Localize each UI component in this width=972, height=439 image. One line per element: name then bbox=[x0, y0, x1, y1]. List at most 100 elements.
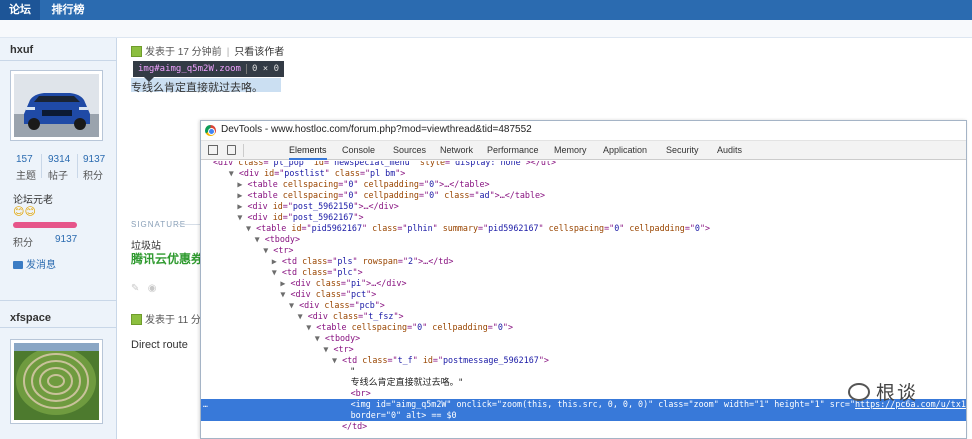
expand-toggle-icon: ▼ bbox=[332, 355, 338, 365]
expand-toggle-icon: ▼ bbox=[246, 223, 252, 233]
expand-toggle-icon: ▶ bbox=[237, 190, 243, 200]
tooltip-size: 0 × 0 bbox=[245, 64, 280, 74]
stat-threads-label: 主题 bbox=[16, 171, 36, 182]
expand-toggle-icon: ▼ bbox=[289, 300, 295, 310]
level-progress-bar bbox=[13, 222, 77, 228]
expand-toggle-icon: ▼ bbox=[297, 311, 303, 321]
dom-node-row[interactable]: ▶ <td class="pls" rowspan="2">…</td> bbox=[201, 256, 966, 267]
post2-username[interactable]: xfspace bbox=[10, 312, 51, 324]
tooltip-arrow bbox=[144, 77, 154, 82]
level-progress-fill bbox=[13, 222, 77, 228]
post1-username[interactable]: hxuf bbox=[10, 44, 33, 56]
devtools-tabbar: Elements Console Sources Network Perform… bbox=[201, 141, 966, 160]
dom-node-row[interactable]: ▶ <table cellspacing="0" cellpadding="0"… bbox=[201, 190, 966, 201]
dom-node-row[interactable]: ▼ <div class="t_fsz"> bbox=[201, 311, 966, 322]
devtools-tab-security[interactable]: Security bbox=[666, 141, 699, 160]
dom-node-row[interactable]: ▼ <div id="postlist" class="pl bm"> bbox=[201, 168, 966, 179]
maze-avatar-image bbox=[14, 343, 99, 420]
dom-node-row[interactable]: ▶ <div class="pi">…</div> bbox=[201, 278, 966, 289]
dom-node-row[interactable]: ▶ <div id="post_5962150">…</div> bbox=[201, 201, 966, 212]
top-nav: 论坛 排行榜 bbox=[0, 0, 972, 20]
stat-threads-value[interactable]: 157 bbox=[16, 154, 33, 165]
expand-toggle-icon: ▼ bbox=[237, 212, 243, 222]
devtools-tab-sources[interactable]: Sources bbox=[393, 141, 426, 160]
devtools-tab-application[interactable]: Application bbox=[603, 141, 647, 160]
device-toolbar-icon[interactable] bbox=[227, 145, 236, 155]
devtools-tab-memory[interactable]: Memory bbox=[554, 141, 587, 160]
rank-stars-icon: 😊😊 bbox=[13, 206, 36, 218]
stat-posts-label: 帖子 bbox=[48, 171, 68, 182]
send-message-link[interactable]: 发消息 bbox=[13, 256, 56, 271]
expand-toggle-icon: ▼ bbox=[306, 322, 312, 332]
dom-node-row[interactable]: ▼ <tbody> bbox=[201, 234, 966, 245]
points-label: 积分 bbox=[13, 238, 33, 249]
dom-node-row[interactable]: ▼ <tr> bbox=[201, 245, 966, 256]
expand-toggle-icon: ▶ bbox=[271, 256, 277, 266]
dom-node-row-selected[interactable]: border="0" alt> == $0 bbox=[201, 410, 966, 421]
expand-toggle-icon: ▼ bbox=[323, 344, 329, 354]
tooltip-selector: img#aimg_q5m2W.zoom bbox=[138, 64, 241, 74]
node-actions-icon: … bbox=[203, 400, 208, 409]
stat-points-value[interactable]: 9137 bbox=[83, 154, 105, 165]
dom-node-row[interactable]: </td> bbox=[201, 421, 966, 432]
expand-toggle-icon: ▼ bbox=[280, 289, 286, 299]
nav-tab-forum[interactable]: 论坛 bbox=[0, 0, 40, 20]
devtools-tab-audits[interactable]: Audits bbox=[717, 141, 742, 160]
online-status-icon bbox=[131, 314, 142, 325]
only-author-link[interactable]: 只看该作者 bbox=[234, 47, 284, 58]
toolbar-strip bbox=[0, 20, 972, 38]
stat-points-label: 积分 bbox=[83, 171, 103, 182]
expand-toggle-icon: ▼ bbox=[263, 245, 269, 255]
dom-node-row[interactable]: ▼ <div class="pcb"> bbox=[201, 300, 966, 311]
online-status-icon bbox=[131, 46, 142, 57]
expand-toggle-icon: ▼ bbox=[314, 333, 320, 343]
inspect-element-icon[interactable] bbox=[208, 145, 218, 155]
post2-avatar[interactable] bbox=[10, 339, 103, 424]
wechat-logo-icon bbox=[848, 383, 870, 401]
dom-node-row[interactable]: " bbox=[201, 366, 966, 377]
send-message-label: 发消息 bbox=[26, 260, 56, 271]
user-separator bbox=[0, 300, 117, 301]
dom-node-row[interactable]: ▶ <table cellspacing="0" cellpadding="0"… bbox=[201, 179, 966, 190]
expand-toggle-icon: ▼ bbox=[228, 168, 234, 178]
envelope-icon bbox=[13, 261, 23, 269]
watermark: 根谈 bbox=[848, 378, 918, 405]
stat-divider bbox=[77, 154, 78, 178]
post1-timestamp: 发表于 17 分钟前 bbox=[145, 47, 222, 58]
stat-posts-value[interactable]: 9314 bbox=[48, 154, 70, 165]
expand-toggle-icon: ▶ bbox=[280, 278, 286, 288]
dom-node-row[interactable]: ▼ <div class="pct"> bbox=[201, 289, 966, 300]
expand-toggle-icon: ▼ bbox=[271, 267, 277, 277]
dom-node-row[interactable]: ▼ <div id="post_5962167"> bbox=[201, 212, 966, 223]
user-separator bbox=[0, 327, 117, 328]
signature-divider bbox=[178, 224, 200, 225]
devtools-tab-console[interactable]: Console bbox=[342, 141, 375, 160]
user-separator bbox=[0, 60, 117, 61]
inspect-tooltip: img#aimg_q5m2W.zoom 0 × 0 bbox=[133, 61, 285, 77]
dom-node-row[interactable]: ▼ <td class="plc"> bbox=[201, 267, 966, 278]
stat-divider bbox=[41, 154, 42, 178]
car-avatar-image bbox=[14, 74, 99, 137]
dom-node-row[interactable]: ▼ <tr> bbox=[201, 344, 966, 355]
post-action-icons[interactable]: ✎ ◉ bbox=[131, 283, 156, 294]
devtools-tab-performance[interactable]: Performance bbox=[487, 141, 539, 160]
points-value: 9137 bbox=[55, 234, 78, 245]
devtools-tab-network[interactable]: Network bbox=[440, 141, 473, 160]
devtools-tab-elements[interactable]: Elements bbox=[289, 141, 327, 160]
nav-tab-ranking[interactable]: 排行榜 bbox=[40, 0, 96, 20]
dom-node-row[interactable]: ▼ <table id="pid5962167" class="plhin" s… bbox=[201, 223, 966, 234]
post2-header: 发表于 11 分钟 bbox=[131, 311, 211, 326]
devtools-title: DevTools - www.hostloc.com/forum.php?mod… bbox=[221, 124, 532, 135]
user-rank[interactable]: 论坛元老 bbox=[13, 191, 53, 206]
dom-node-row[interactable]: ▼ <table cellspacing="0" cellpadding="0"… bbox=[201, 322, 966, 333]
expand-toggle-icon: ▶ bbox=[237, 201, 243, 211]
post2-content: Direct route bbox=[131, 339, 188, 351]
signature-ad-link[interactable]: 腾讯云优惠券 bbox=[131, 250, 203, 267]
dom-node-row[interactable]: <div class="pl_pop" id="newspecial_menu"… bbox=[201, 161, 966, 168]
chrome-logo-icon bbox=[205, 125, 216, 136]
post1-header: 发表于 17 分钟前 | 只看该作者 bbox=[131, 43, 284, 58]
dom-node-row[interactable]: ▼ <tbody> bbox=[201, 333, 966, 344]
devtools-titlebar[interactable]: DevTools - www.hostloc.com/forum.php?mod… bbox=[201, 121, 966, 141]
dom-node-row[interactable]: ▼ <td class="t_f" id="postmessage_596216… bbox=[201, 355, 966, 366]
post1-avatar[interactable] bbox=[10, 70, 103, 141]
